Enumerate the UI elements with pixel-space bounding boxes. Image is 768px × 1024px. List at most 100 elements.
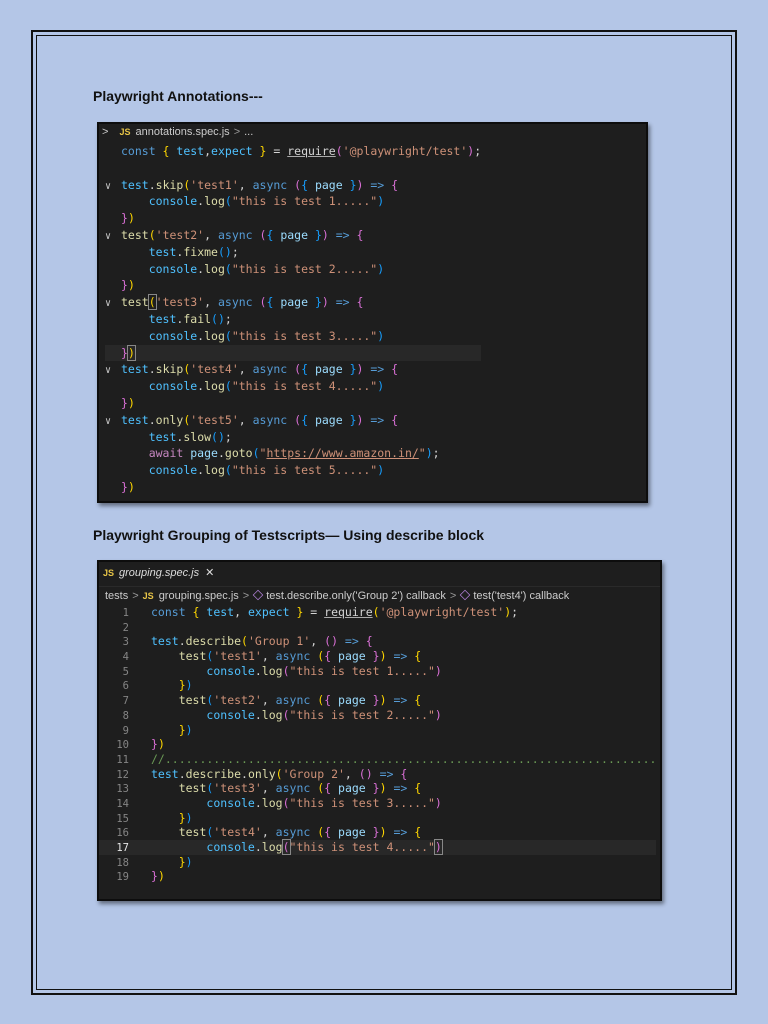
code-line[interactable]: ∨ test.only('test5', async ({ page }) => … <box>105 412 481 429</box>
code-token: . <box>254 707 262 722</box>
code-token: test <box>206 605 235 619</box>
code-line[interactable]: console.log("this is test 2.....") <box>105 261 481 278</box>
code-line[interactable]: 1 const { test, expect } = require('@play… <box>99 605 656 620</box>
code-token: log <box>261 795 283 810</box>
js-file-icon: JS <box>119 127 131 137</box>
code-token: => <box>328 295 357 310</box>
code-token: console <box>206 707 255 722</box>
code-line[interactable]: console.log("this is test 1.....") <box>105 193 481 210</box>
code-line[interactable]: 5 console.log("this is test 1.....") <box>99 664 656 679</box>
code-line[interactable]: }) <box>105 277 481 294</box>
code-token: ( <box>281 839 291 855</box>
code-area[interactable]: const { test,expect } = require('@playwr… <box>105 143 482 496</box>
breadcrumb-separator: > <box>449 590 457 602</box>
code-token: log <box>204 328 225 343</box>
code-line[interactable]: const { test,expect } = require('@playwr… <box>105 143 481 160</box>
code-token: async <box>252 412 295 427</box>
code-token: console <box>148 379 198 394</box>
code-line[interactable]: 6 }) <box>99 678 656 693</box>
code-line[interactable]: ∨ test.skip('test1', async ({ page }) => … <box>105 177 481 194</box>
code-line[interactable]: test.fixme(); <box>105 244 481 261</box>
code-line[interactable]: 19}) <box>99 869 656 884</box>
code-line[interactable] <box>105 160 481 177</box>
code-line[interactable]: await page.goto("https://www.amazon.in/"… <box>105 445 481 462</box>
code-token: require <box>287 144 336 158</box>
code-token: ) <box>127 479 135 494</box>
code-token: } <box>372 781 380 796</box>
code-line[interactable]: 11 //....................................… <box>99 752 656 767</box>
code-token: https://www.amazon.in/ <box>266 446 419 461</box>
code-editor-annotations[interactable]: > JS annotations.spec.js >... const { test… <box>97 122 648 503</box>
code-token: { <box>324 781 339 796</box>
code-line[interactable]: ∨ test('test2', async ({ page }) => { <box>105 227 481 244</box>
code-token: console <box>206 663 255 678</box>
line-number: 15 <box>116 812 129 825</box>
breadcrumb: > JS annotations.spec.js >... <box>102 126 253 138</box>
code-token: . <box>148 177 156 192</box>
code-token: async <box>217 295 260 310</box>
code-token: test <box>121 362 149 377</box>
code-line[interactable]: 16 test('test4', async ({ page }) => { <box>99 825 656 840</box>
breadcrumb-file[interactable]: annotations.spec.js <box>136 126 230 138</box>
code-token: async <box>217 227 260 242</box>
code-token: 'test4' <box>190 362 239 377</box>
code-token: 'test4' <box>213 825 262 840</box>
breadcrumb-file[interactable]: grouping.spec.js <box>159 590 239 602</box>
breadcrumb-symbol[interactable]: test.describe.only('Group 2') callback <box>266 590 446 602</box>
tab-grouping-spec[interactable]: JS grouping.spec.js ✕ <box>103 566 214 579</box>
code-line[interactable]: 15 }) <box>99 811 656 826</box>
code-token: expect <box>211 144 260 158</box>
code-line[interactable]: ∨ test('test3', async ({ page }) => { <box>105 294 481 311</box>
code-line[interactable]: ∨ test.skip('test4', async ({ page }) => … <box>105 361 481 378</box>
code-line[interactable]: 10}) <box>99 737 656 752</box>
code-line[interactable]: 14 console.log("this is test 3.....") <box>99 796 656 811</box>
code-line[interactable]: 7 test('test2', async ({ page }) => { <box>99 693 656 708</box>
code-token: ) <box>434 663 442 678</box>
code-line[interactable]: }) <box>105 479 481 496</box>
code-token: 'Group 1' <box>247 634 311 649</box>
code-line[interactable]: console.log("this is test 5.....") <box>105 462 481 479</box>
code-line[interactable]: }) <box>105 210 481 227</box>
breadcrumb-folder[interactable]: tests <box>105 590 128 602</box>
code-line[interactable]: 2 <box>99 620 656 635</box>
code-area[interactable]: 1 const { test, expect } = require('@play… <box>99 605 657 884</box>
code-token: async <box>275 649 318 664</box>
js-file-icon: JS <box>142 591 154 601</box>
code-line[interactable]: 18 }) <box>99 855 656 870</box>
code-line[interactable]: console.log("this is test 4.....") <box>105 378 481 395</box>
line-number: 1 <box>122 607 129 619</box>
code-token: ) <box>127 211 135 226</box>
chevron-right-icon[interactable]: > <box>102 126 108 138</box>
code-token: "this is test 3....." <box>289 795 435 810</box>
code-line[interactable]: }) <box>105 395 481 412</box>
code-token: } <box>372 825 380 840</box>
close-icon[interactable]: ✕ <box>205 567 214 579</box>
code-line[interactable]: }) <box>105 344 482 362</box>
breadcrumb-symbol[interactable]: test('test4') callback <box>473 590 569 602</box>
code-line[interactable]: 13 test('test3', async ({ page }) => { <box>99 781 656 796</box>
code-line[interactable]: test.slow(); <box>105 429 481 446</box>
code-line[interactable]: 17 console.log("this is test 4.....") <box>99 839 657 855</box>
breadcrumb-more[interactable]: ... <box>244 126 253 138</box>
code-token: ) <box>377 463 385 478</box>
code-token: ; <box>224 429 232 444</box>
code-token: ) <box>379 825 387 840</box>
code-token: goto <box>224 446 253 461</box>
code-token: ( <box>241 634 248 649</box>
code-token: ( <box>224 328 232 343</box>
code-editor-grouping[interactable]: JS grouping.spec.js ✕ tests > JS grouping.spe… <box>97 560 662 901</box>
code-line[interactable]: test.fail(); <box>105 311 481 328</box>
code-token: test <box>178 649 207 664</box>
code-line[interactable]: 3 test.describe('Group 1', () => { <box>99 634 656 649</box>
code-line[interactable]: 9 }) <box>99 723 656 738</box>
code-line[interactable]: 12 test.describe.only('Group 2', () => { <box>99 767 656 782</box>
code-line[interactable]: 4 test('test1', async ({ page }) => { <box>99 649 656 664</box>
code-line[interactable]: 8 console.log("this is test 2.....") <box>99 708 656 723</box>
code-token: () <box>324 634 345 649</box>
code-token: . <box>254 663 262 678</box>
code-token: page <box>338 781 373 796</box>
code-line[interactable]: console.log("this is test 3.....") <box>105 328 481 345</box>
code-token: } <box>349 362 357 377</box>
